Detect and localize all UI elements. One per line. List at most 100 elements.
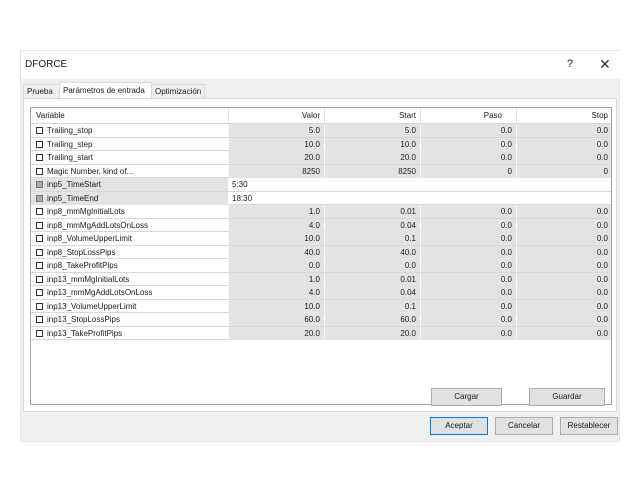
optimize-checkbox[interactable] bbox=[36, 262, 43, 269]
valor-cell[interactable]: 0.0 bbox=[229, 259, 324, 272]
stop-cell[interactable] bbox=[517, 192, 611, 205]
stop-cell[interactable]: 0.0 bbox=[517, 300, 611, 313]
column-header-variable[interactable]: Variable bbox=[36, 108, 65, 123]
optimize-checkbox[interactable] bbox=[36, 167, 43, 175]
table-row[interactable]: inp13_VolumeUpperLimit 10.0 0.1 0.0 0.0 bbox=[31, 299, 611, 313]
column-header-stop[interactable]: Stop bbox=[517, 108, 611, 123]
aceptar-button[interactable]: Aceptar bbox=[430, 417, 488, 435]
table-row[interactable]: inp8_StopLossPips 40.0 40.0 0.0 0.0 bbox=[31, 245, 611, 259]
table-row[interactable]: Trailing_stop 5.0 5.0 0.0 0.0 bbox=[31, 124, 611, 138]
start-cell[interactable]: 60.0 bbox=[325, 313, 420, 326]
tab-parametros-de-entrada[interactable]: Parámetros de entrada bbox=[59, 82, 152, 99]
table-row[interactable]: inp8_mmMgInitialLots 1.0 0.01 0.0 0.0 bbox=[31, 205, 611, 219]
start-cell[interactable]: 0.01 bbox=[325, 205, 420, 218]
valor-cell[interactable]: 5.0 bbox=[229, 124, 324, 137]
table-row[interactable]: Trailing_start 20.0 20.0 0.0 0.0 bbox=[31, 151, 611, 165]
table-row[interactable]: inp8_VolumeUpperLimit 10.0 0.1 0.0 0.0 bbox=[31, 232, 611, 246]
table-row[interactable]: inp5_TimeStart 5:30 bbox=[31, 178, 611, 192]
start-cell[interactable]: 0.04 bbox=[325, 286, 420, 299]
paso-cell[interactable]: 0.0 bbox=[421, 273, 516, 286]
table-row[interactable]: Magic Number, kind of... 8250 8250 0 0 bbox=[31, 164, 611, 178]
paso-cell[interactable]: 0.0 bbox=[421, 205, 516, 218]
close-button[interactable]: ✕ bbox=[599, 56, 611, 73]
valor-cell[interactable]: 1.0 bbox=[229, 273, 324, 286]
stop-cell[interactable]: 0.0 bbox=[517, 286, 611, 299]
paso-cell[interactable]: 0.0 bbox=[421, 138, 516, 151]
valor-cell[interactable]: 20.0 bbox=[229, 327, 324, 340]
valor-cell[interactable]: 20.0 bbox=[229, 151, 324, 164]
optimize-checkbox[interactable] bbox=[36, 154, 43, 161]
paso-cell[interactable]: 0.0 bbox=[421, 300, 516, 313]
optimize-checkbox[interactable] bbox=[36, 329, 43, 337]
stop-cell[interactable]: 0.0 bbox=[517, 138, 611, 151]
column-header-start[interactable]: Start bbox=[325, 108, 420, 123]
paso-cell[interactable]: 0.0 bbox=[421, 219, 516, 232]
optimize-checkbox[interactable] bbox=[36, 289, 43, 296]
optimize-checkbox[interactable] bbox=[36, 316, 43, 323]
valor-cell[interactable]: 1.0 bbox=[229, 205, 324, 218]
table-row[interactable]: inp13_StopLossPips 60.0 60.0 0.0 0.0 bbox=[31, 313, 611, 327]
paso-cell[interactable]: 0.0 bbox=[421, 313, 516, 326]
optimize-checkbox[interactable] bbox=[36, 275, 43, 283]
table-row[interactable]: inp13_mmMgInitialLots 1.0 0.01 0.0 0.0 bbox=[31, 272, 611, 286]
stop-cell[interactable]: 0.0 bbox=[517, 246, 611, 259]
start-cell[interactable]: 0.04 bbox=[325, 219, 420, 232]
cancelar-button[interactable]: Cancelar bbox=[495, 417, 553, 435]
column-header-paso[interactable]: Paso bbox=[421, 108, 516, 123]
optimize-checkbox[interactable] bbox=[36, 194, 43, 202]
optimize-checkbox[interactable] bbox=[36, 208, 43, 215]
stop-cell[interactable]: 0.0 bbox=[517, 151, 611, 164]
table-row[interactable]: inp8_mmMgAddLotsOnLoss 4.0 0.04 0.0 0.0 bbox=[31, 218, 611, 232]
valor-cell[interactable]: 4.0 bbox=[229, 286, 324, 299]
restablecer-button[interactable]: Restablecer bbox=[560, 417, 618, 435]
start-cell[interactable] bbox=[325, 178, 420, 191]
valor-cell[interactable]: 8250 bbox=[229, 165, 324, 178]
paso-cell[interactable] bbox=[421, 192, 516, 205]
optimize-checkbox[interactable] bbox=[36, 127, 43, 134]
table-row[interactable]: inp13_TakeProfitPips 20.0 20.0 0.0 0.0 bbox=[31, 326, 611, 340]
cargar-button[interactable]: Cargar bbox=[431, 388, 502, 406]
start-cell[interactable]: 20.0 bbox=[325, 327, 420, 340]
column-header-valor[interactable]: Valor bbox=[229, 108, 324, 123]
optimize-checkbox[interactable] bbox=[36, 248, 43, 256]
valor-cell[interactable]: 10.0 bbox=[229, 300, 324, 313]
start-cell[interactable]: 0.0 bbox=[325, 259, 420, 272]
paso-cell[interactable]: 0.0 bbox=[421, 246, 516, 259]
paso-cell[interactable] bbox=[421, 178, 516, 191]
stop-cell[interactable]: 0.0 bbox=[517, 205, 611, 218]
help-button[interactable]: ? bbox=[567, 58, 573, 70]
paso-cell[interactable]: 0 bbox=[421, 165, 516, 178]
optimize-checkbox[interactable] bbox=[36, 140, 43, 148]
valor-cell[interactable]: 18:30 bbox=[229, 192, 324, 205]
stop-cell[interactable]: 0.0 bbox=[517, 327, 611, 340]
paso-cell[interactable]: 0.0 bbox=[421, 151, 516, 164]
valor-cell[interactable]: 40.0 bbox=[229, 246, 324, 259]
optimize-checkbox[interactable] bbox=[36, 181, 43, 188]
tab-prueba[interactable]: Prueba bbox=[23, 84, 60, 98]
stop-cell[interactable] bbox=[517, 178, 611, 191]
stop-cell[interactable]: 0.0 bbox=[517, 124, 611, 137]
start-cell[interactable]: 0.1 bbox=[325, 232, 420, 245]
valor-cell[interactable]: 10.0 bbox=[229, 138, 324, 151]
start-cell[interactable]: 20.0 bbox=[325, 151, 420, 164]
start-cell[interactable]: 0.1 bbox=[325, 300, 420, 313]
start-cell[interactable]: 40.0 bbox=[325, 246, 420, 259]
paso-cell[interactable]: 0.0 bbox=[421, 232, 516, 245]
valor-cell[interactable]: 5:30 bbox=[229, 178, 324, 191]
start-cell[interactable]: 10.0 bbox=[325, 138, 420, 151]
stop-cell[interactable]: 0.0 bbox=[517, 273, 611, 286]
stop-cell[interactable]: 0.0 bbox=[517, 313, 611, 326]
paso-cell[interactable]: 0.0 bbox=[421, 259, 516, 272]
stop-cell[interactable]: 0.0 bbox=[517, 259, 611, 272]
valor-cell[interactable]: 10.0 bbox=[229, 232, 324, 245]
paso-cell[interactable]: 0.0 bbox=[421, 124, 516, 137]
table-row[interactable]: Trailing_step 10.0 10.0 0.0 0.0 bbox=[31, 137, 611, 151]
parameters-table[interactable]: Variable Valor Start Paso Stop Trailing_… bbox=[30, 107, 612, 405]
valor-cell[interactable]: 4.0 bbox=[229, 219, 324, 232]
start-cell[interactable]: 8250 bbox=[325, 165, 420, 178]
table-row[interactable]: inp8_TakeProfitPips 0.0 0.0 0.0 0.0 bbox=[31, 259, 611, 273]
optimize-checkbox[interactable] bbox=[36, 235, 43, 242]
valor-cell[interactable]: 60.0 bbox=[229, 313, 324, 326]
table-row[interactable]: inp13_mmMgAddLotsOnLoss 4.0 0.04 0.0 0.0 bbox=[31, 286, 611, 300]
stop-cell[interactable]: 0.0 bbox=[517, 232, 611, 245]
